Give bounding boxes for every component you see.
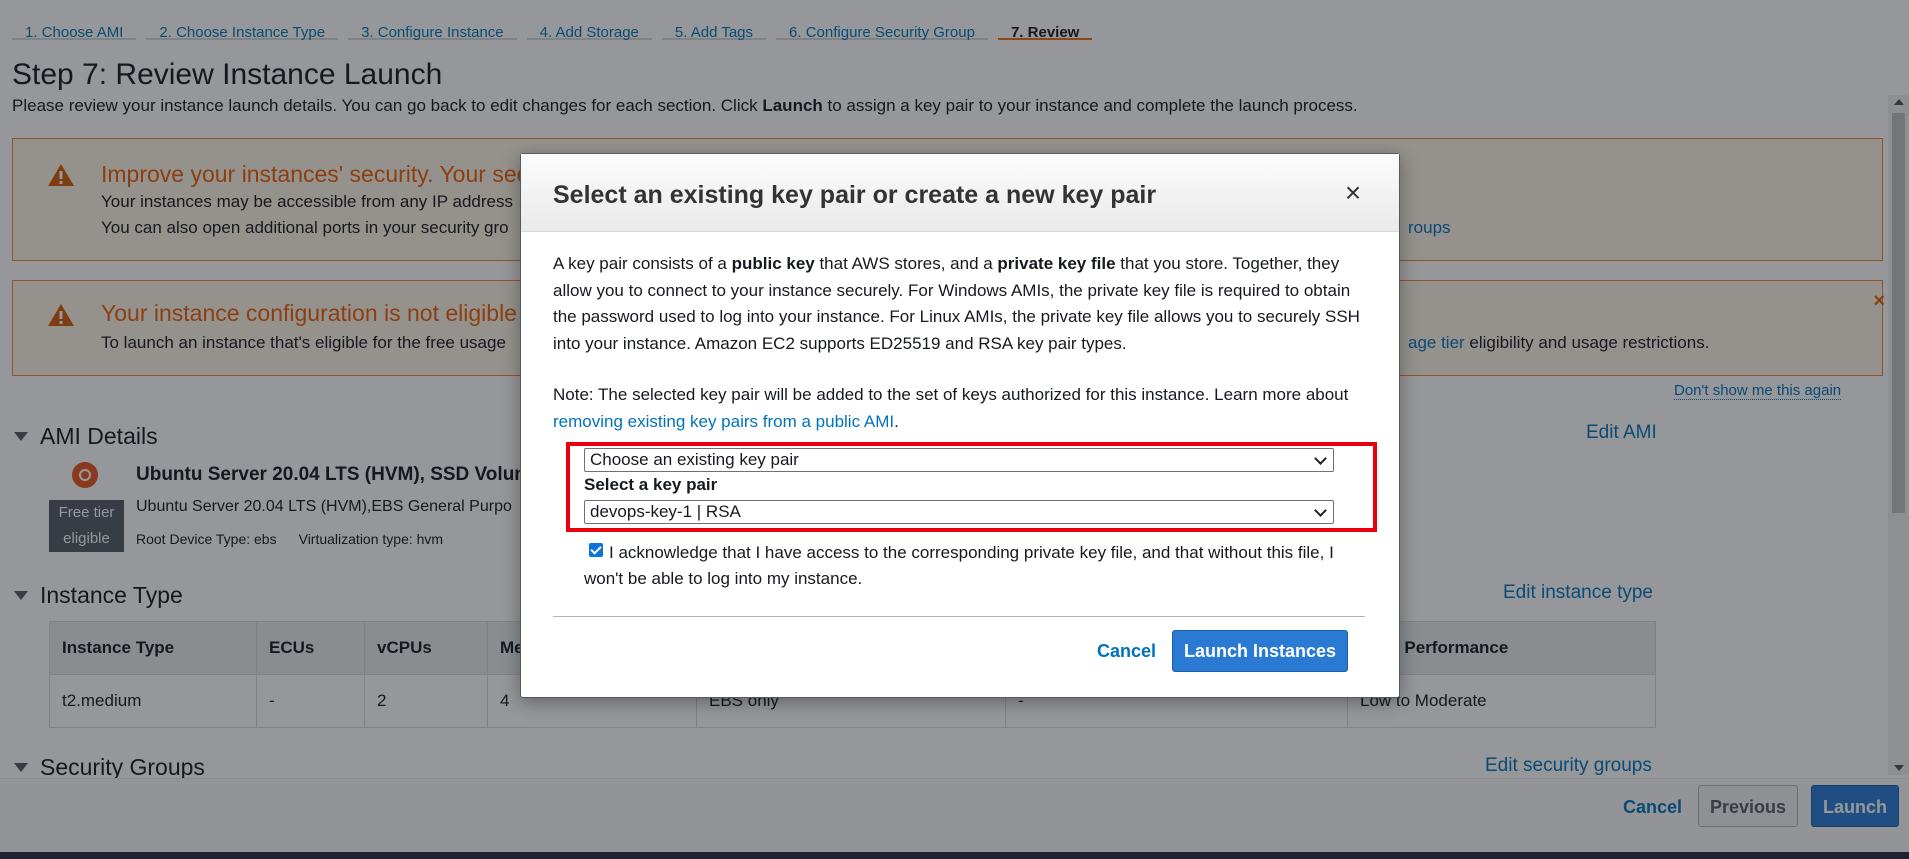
key-pair-description: A key pair consists of a public key that… [553, 251, 1373, 357]
key-pair-select[interactable]: devops-key-1 | RSA [584, 500, 1334, 524]
private-key-term: private key file [997, 254, 1116, 273]
dialog-title: Select an existing key pair or create a … [553, 181, 1157, 209]
desc-part: that AWS stores, and a [814, 254, 998, 273]
key-pair-mode-select[interactable]: Choose an existing key pair [584, 448, 1334, 472]
chevron-down-icon [1314, 504, 1327, 517]
key-pair-dialog: Select an existing key pair or create a … [520, 153, 1400, 698]
note-text: Note: The selected key pair will be adde… [553, 385, 1349, 404]
dialog-header: Select an existing key pair or create a … [521, 154, 1399, 232]
chevron-down-icon [1314, 452, 1327, 465]
launch-instances-button[interactable]: Launch Instances [1172, 630, 1348, 672]
dialog-divider [553, 616, 1365, 617]
dialog-cancel-button[interactable]: Cancel [1097, 641, 1156, 662]
key-pair-value: devops-key-1 | RSA [590, 502, 741, 521]
desc-part: A key pair consists of a [553, 254, 732, 273]
key-pair-note: Note: The selected key pair will be adde… [553, 382, 1373, 435]
note-end: . [894, 411, 899, 431]
close-icon[interactable]: × [1341, 179, 1365, 207]
acknowledge-checkbox[interactable] [589, 543, 603, 557]
acknowledge-text: I acknowledge that I have access to the … [584, 543, 1334, 588]
public-key-term: public key [731, 254, 815, 273]
key-pair-mode-value: Choose an existing key pair [590, 450, 799, 469]
select-key-pair-label: Select a key pair [584, 475, 718, 494]
remove-key-pairs-link[interactable]: removing existing key pairs from a publi… [553, 412, 894, 431]
